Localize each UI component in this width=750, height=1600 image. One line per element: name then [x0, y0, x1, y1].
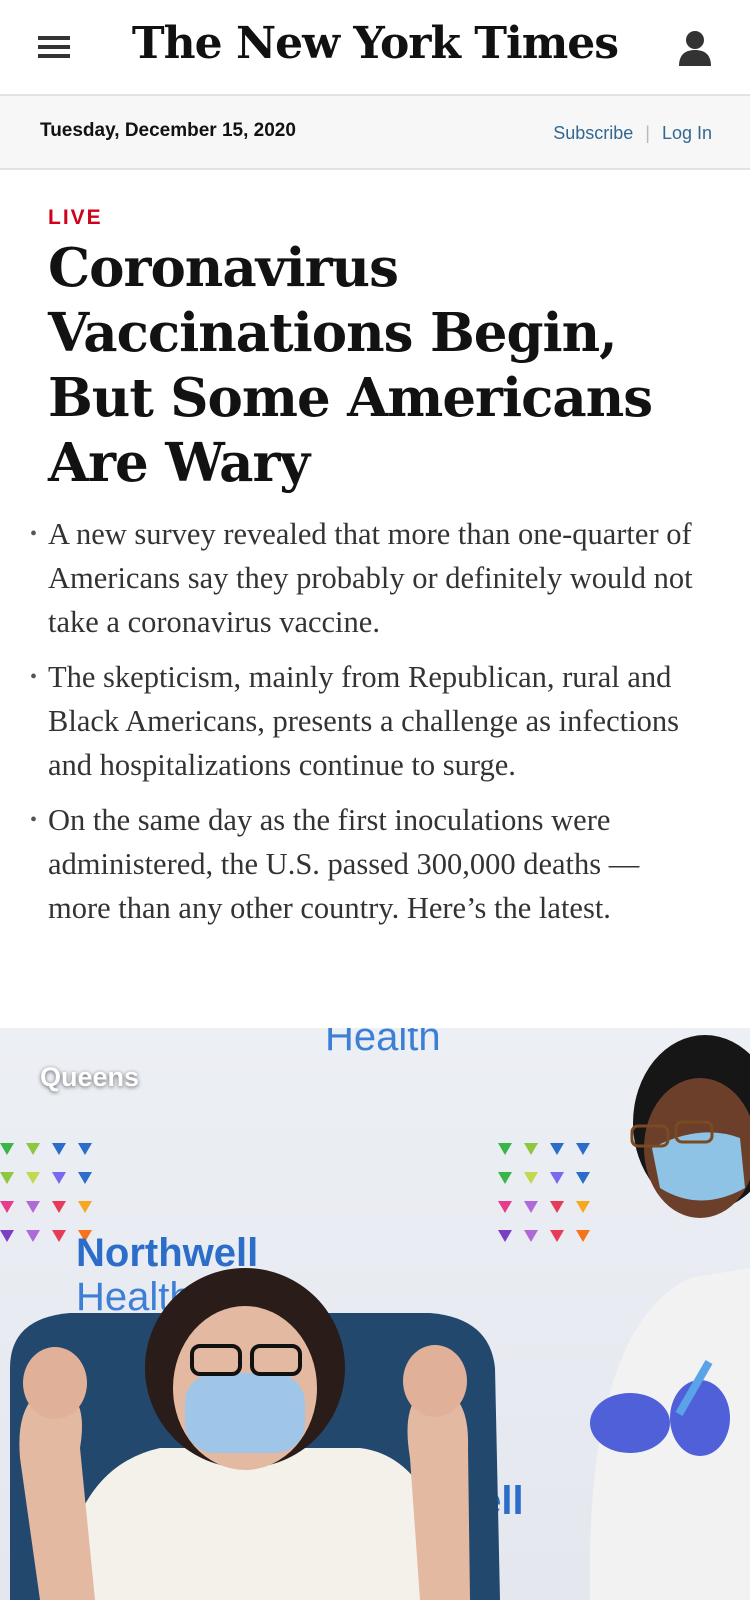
- lead-photo[interactable]: Health Northwell Health Queens: [0, 1028, 750, 1600]
- login-link[interactable]: Log In: [662, 123, 712, 143]
- backdrop-brand-name: Northwell: [76, 1231, 258, 1275]
- summary-item: • The skepticism, mainly from Republican,…: [30, 655, 702, 787]
- bullet-icon: •: [30, 666, 38, 688]
- bullet-icon: •: [30, 809, 38, 831]
- summary-text: A new survey revealed that more than one…: [48, 517, 693, 639]
- photo-location-label: Queens: [40, 1062, 140, 1092]
- summary-text: The skepticism, mainly from Republican, …: [48, 660, 679, 782]
- date-bar: Tuesday, December 15, 2020 Subscribe | Log…: [0, 96, 750, 170]
- article: LIVE Coronavirus Vaccinations Begin, But…: [0, 170, 750, 930]
- patient-shirt-shape: [60, 1448, 455, 1600]
- backdrop-brand-top: Health: [325, 1028, 441, 1059]
- bullet-icon: •: [30, 523, 38, 545]
- photo-illustration: Health Northwell Health: [0, 1028, 750, 1600]
- summary-item: • On the same day as the first inoculatio…: [30, 798, 702, 930]
- masthead: The New York Times: [0, 0, 750, 96]
- headline[interactable]: Coronavirus Vaccinations Begin, But Some…: [48, 236, 702, 496]
- nurse-glove-shape: [590, 1393, 670, 1453]
- backdrop-logo-left: [0, 1143, 92, 1242]
- current-date: Tuesday, December 15, 2020: [40, 120, 296, 141]
- summary-list: • A new survey revealed that more than on…: [30, 512, 702, 930]
- separator: |: [645, 123, 650, 143]
- subscribe-link[interactable]: Subscribe: [553, 123, 633, 143]
- nyt-logo[interactable]: The New York Times: [0, 18, 750, 69]
- auth-links: Subscribe | Log In: [553, 123, 712, 144]
- summary-text: On the same day as the first inoculation…: [48, 803, 640, 925]
- summary-item: • A new survey revealed that more than on…: [30, 512, 702, 644]
- patient-mask-shape: [185, 1373, 305, 1453]
- live-kicker: LIVE: [48, 206, 103, 229]
- person-icon[interactable]: [678, 30, 712, 66]
- backdrop-logo-right: [498, 1143, 590, 1242]
